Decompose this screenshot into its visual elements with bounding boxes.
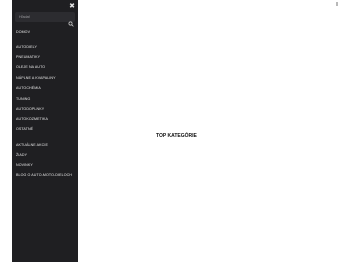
close-icon[interactable]: ✖ <box>68 3 76 11</box>
menu-item-naplne-a-kvapaliny[interactable]: NÁPLNE A KVAPALINY <box>16 75 76 82</box>
menu-item-novinky[interactable]: NOVINKY <box>16 162 76 169</box>
scrollbar-indicator[interactable] <box>336 2 338 6</box>
menu-item-blog[interactable]: BLOG O AUTO-MOTO-DIELOCH <box>16 172 76 179</box>
menu-item-autodiely[interactable]: AUTODIELY <box>16 44 76 51</box>
sidebar-menu: ✖ DOMOV AUTODIELY PNEUMATIKY OLEJE NA AU… <box>12 0 78 262</box>
section-heading-top-kategorie: TOP KATEGÓRIE <box>156 133 197 139</box>
menu-item-pneumatiky[interactable]: PNEUMATIKY <box>16 54 76 61</box>
search-icon[interactable] <box>68 21 74 27</box>
menu-item-domov[interactable]: DOMOV <box>16 29 76 36</box>
menu-item-autochemia[interactable]: AUTOCHÉMIA <box>16 85 76 92</box>
menu-item-aktualne-akcie[interactable]: AKTUÁLNE AKCIE <box>16 142 76 149</box>
page: ✖ DOMOV AUTODIELY PNEUMATIKY OLEJE NA AU… <box>0 0 350 262</box>
menu-item-autodoplnky[interactable]: AUTODOPLNKY <box>16 106 76 113</box>
menu-item-tuning[interactable]: TUNING <box>16 96 76 103</box>
menu-item-ostatne[interactable]: OSTATNÉ <box>16 126 76 133</box>
menu-item-autokozmetika[interactable]: AUTOKOZMETIKA <box>16 116 76 123</box>
search-bar <box>15 12 75 27</box>
search-input[interactable] <box>15 12 67 22</box>
menu-item-oleje-na-auto[interactable]: OLEJE NA AUTO <box>16 64 76 71</box>
menu-item-ziady[interactable]: ŽIADY <box>16 152 76 159</box>
